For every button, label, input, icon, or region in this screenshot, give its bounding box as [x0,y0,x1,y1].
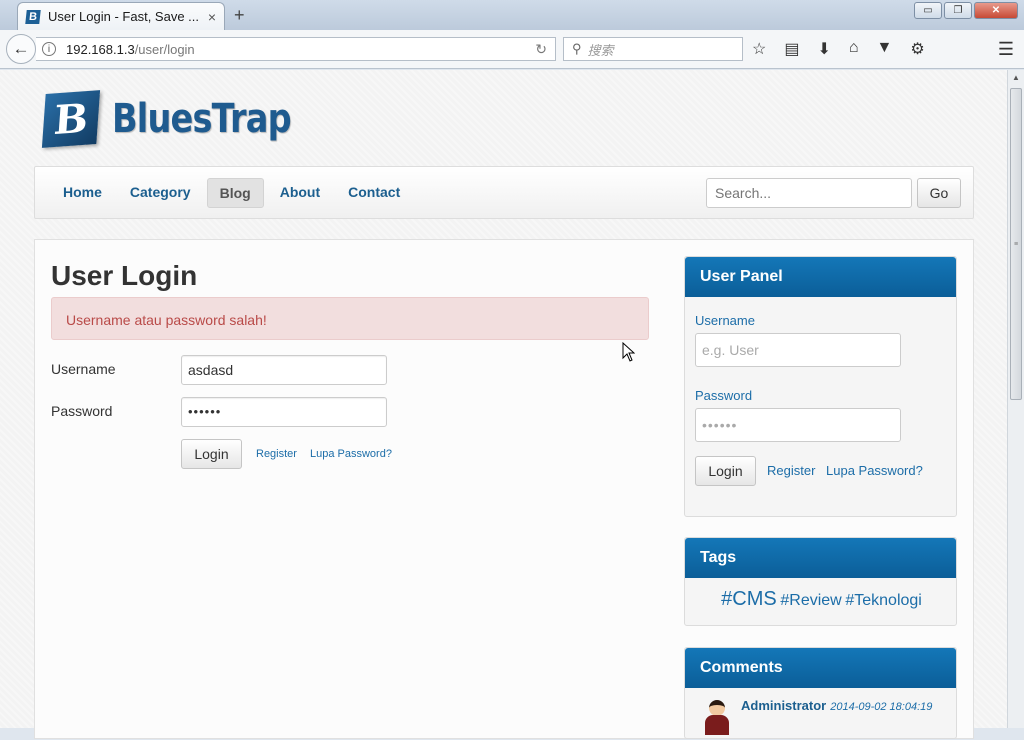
url-path: /user/login [134,41,195,57]
tab-close-icon[interactable]: × [208,9,216,25]
logo-text: BluesTrap [112,96,292,142]
user-panel-title: User Panel [685,257,956,297]
comment-date: 2014-09-02 18:04:19 [830,701,933,713]
toolbar-icons: ☆ ▤ ⬇ ⌂ ▼ ⚙ [752,39,925,59]
reading-list-icon[interactable]: ▤ [784,39,799,59]
error-alert: Username atau password salah! [51,297,649,340]
password-label: Password [51,403,113,419]
site-logo[interactable]: B BluesTrap [41,90,325,148]
reload-icon[interactable]: ↻ [535,41,547,58]
web-page: B BluesTrap Home Category Blog About Con… [0,70,1007,739]
tag-cloud: #CMS #Review #Teknologi [685,588,958,611]
site-favicon-icon: B [25,9,41,24]
username-label: Username [51,361,116,377]
username-field[interactable]: asdasd [181,355,387,385]
home-icon[interactable]: ⌂ [849,39,859,59]
site-search-input[interactable] [706,178,912,208]
nav-category[interactable]: Category [118,178,203,208]
tag-link[interactable]: #CMS [721,588,777,610]
comments-panel: Comments Administrator 2014-09-02 18:04:1… [684,647,957,739]
nav-about[interactable]: About [268,178,332,208]
extension-icon[interactable]: ⚙ [910,39,924,59]
scroll-up-icon[interactable]: ▲ [1008,70,1024,86]
panel-register-link[interactable]: Register [767,463,815,478]
tags-title: Tags [685,538,956,578]
url-host: 192.168.1.3 [66,41,135,57]
mouse-cursor-icon [622,342,635,362]
scroll-thumb[interactable]: ≡ [1010,88,1022,400]
forgot-password-link[interactable]: Lupa Password? [310,448,392,460]
browser-search-input[interactable]: ⚲ 搜索 [563,37,743,61]
tags-panel: Tags #CMS #Review #Teknologi [684,537,957,626]
main-navigation: Home Category Blog About Contact Go [34,166,974,219]
browser-search-placeholder: 搜索 [587,42,614,58]
logo-mark: B [41,90,101,148]
panel-password-label: Password [695,388,753,403]
nav-menu: Home Category Blog About Contact [51,178,416,208]
browser-titlebar: B User Login - Fast, Save ... × + ▭ ❐ ✕ [0,0,1024,30]
register-link[interactable]: Register [256,448,297,460]
comment-author[interactable]: Administrator 2014-09-02 18:04:19 [741,698,932,713]
panel-username-input[interactable]: e.g. User [695,333,901,367]
search-go-button[interactable]: Go [917,178,961,208]
panel-username-label: Username [695,313,755,328]
password-field[interactable]: •••••• [181,397,387,427]
address-bar[interactable]: i 192.168.1.3/user/login ↻ [36,37,556,61]
main-content: User Login Username atau password salah!… [34,239,974,739]
window-close-icon[interactable]: ✕ [974,2,1018,19]
back-arrow-icon[interactable]: ← [6,34,36,64]
bookmark-star-icon[interactable]: ☆ [752,39,766,59]
tab-title: User Login - Fast, Save ... [48,9,198,24]
nav-home[interactable]: Home [51,178,114,208]
pocket-icon[interactable]: ▼ [877,39,893,59]
avatar [705,700,729,740]
search-icon: ⚲ [572,41,582,56]
browser-tab[interactable]: B User Login - Fast, Save ... × [17,2,225,30]
restore-icon[interactable]: ❐ [944,2,972,19]
minimize-icon[interactable]: ▭ [914,2,942,19]
login-button[interactable]: Login [181,439,242,469]
panel-forgot-link[interactable]: Lupa Password? [826,463,923,478]
tag-link[interactable]: #Review [780,592,841,609]
panel-password-input[interactable]: •••••• [695,408,901,442]
nav-contact[interactable]: Contact [336,178,412,208]
new-tab-icon[interactable]: + [234,5,245,26]
info-icon[interactable]: i [42,42,56,56]
panel-login-button[interactable]: Login [695,456,756,486]
tag-link[interactable]: #Teknologi [845,592,922,609]
page-title: User Login [51,260,198,291]
comments-title: Comments [685,648,956,688]
nav-blog[interactable]: Blog [206,178,264,208]
comment-author-name[interactable]: Administrator [741,698,826,713]
url-text: 192.168.1.3/user/login [66,42,195,57]
window-controls: ▭ ❐ ✕ [914,2,1018,19]
download-icon[interactable]: ⬇ [817,39,830,59]
user-panel: User Panel Username e.g. User Password •… [684,256,957,517]
page-scrollbar[interactable]: ▲ ≡ [1007,70,1024,728]
hamburger-menu-icon[interactable]: ☰ [998,39,1014,60]
browser-toolbar: ← i 192.168.1.3/user/login ↻ ⚲ 搜索 ☆ ▤ ⬇ … [0,30,1024,69]
